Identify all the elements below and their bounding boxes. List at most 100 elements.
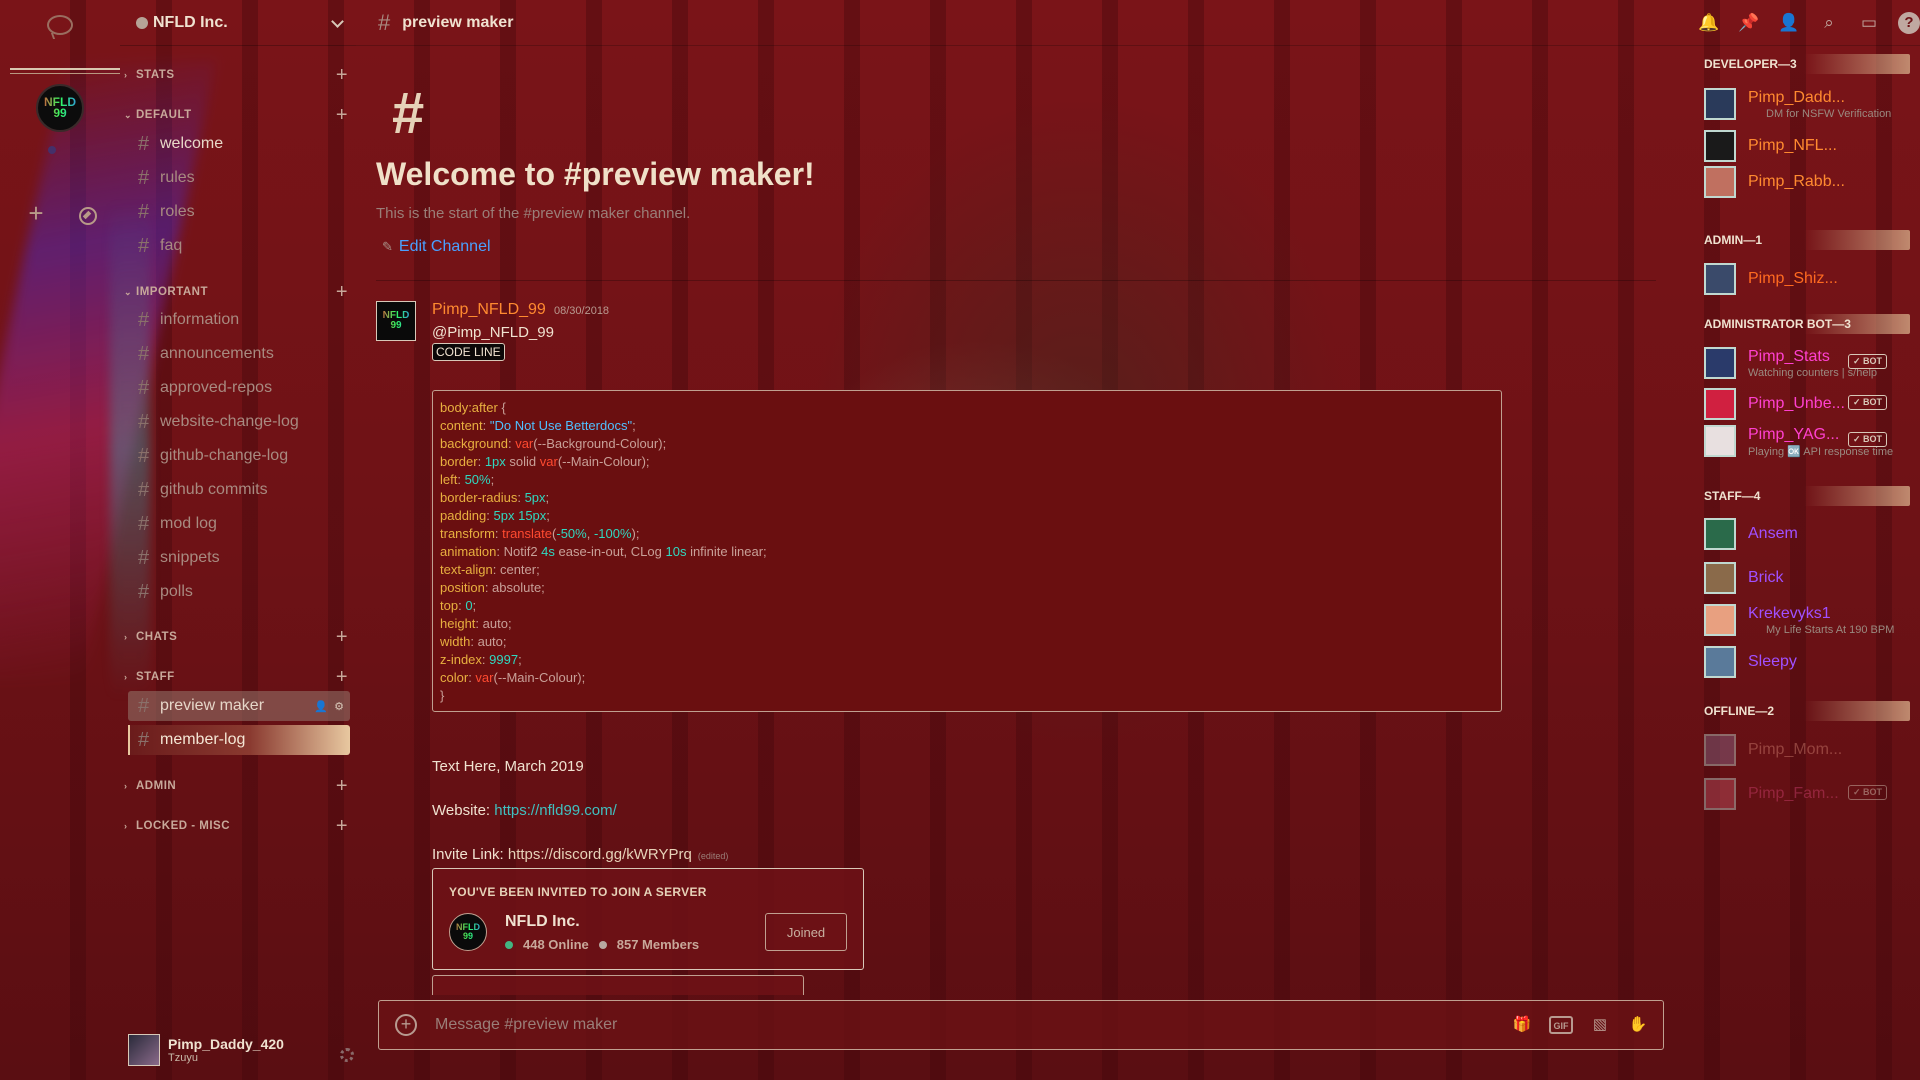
category-chats[interactable]: › CHATS +	[124, 626, 350, 649]
member-name: Pimp_Rabb...	[1748, 173, 1845, 190]
category-label: IMPORTANT	[136, 286, 209, 298]
channel-label: mod log	[160, 515, 217, 532]
member-name: Pimp_NFL...	[1748, 137, 1837, 154]
member-item[interactable]: Pimp_Stats Watching counters | s/help ✓ BO…	[1698, 343, 1910, 383]
search-icon[interactable]: ⌕	[1818, 12, 1840, 34]
add-channel-icon[interactable]: +	[336, 104, 348, 127]
help-icon[interactable]: ?	[1898, 12, 1920, 34]
avatar	[1704, 778, 1736, 810]
gear-icon[interactable]	[340, 1048, 354, 1062]
category-staff[interactable]: › STAFF +	[124, 666, 350, 689]
channel-snippets[interactable]: # snippets	[128, 543, 350, 573]
caret-right-icon: ›	[124, 781, 128, 791]
chevron-down-icon[interactable]	[331, 15, 344, 28]
caret-right-icon: ›	[124, 70, 128, 80]
member-item[interactable]: Pimp_Mom...	[1698, 730, 1910, 770]
channel-github-commits[interactable]: # github commits	[128, 475, 350, 505]
bell-icon[interactable]: 🔔	[1698, 12, 1720, 34]
gif-icon[interactable]: GIF	[1549, 1016, 1573, 1034]
server-icon-nfld[interactable]: NFLD 99	[36, 84, 84, 132]
joined-button[interactable]: Joined	[765, 913, 847, 951]
channel-faq[interactable]: # faq	[128, 231, 350, 261]
welcome-hash-icon: #	[392, 81, 425, 146]
member-item[interactable]: Pimp_Fam... ✓ BOT	[1698, 774, 1910, 814]
member-item[interactable]: Sleepy	[1698, 642, 1910, 682]
code-token: :	[457, 472, 465, 487]
code-token: );	[631, 526, 640, 541]
channel-roles[interactable]: # roles	[128, 197, 350, 227]
member-item[interactable]: Ansem	[1698, 514, 1910, 554]
add-channel-icon[interactable]: +	[336, 281, 348, 304]
category-stats[interactable]: › STATS +	[124, 64, 350, 87]
code-token: background	[440, 436, 508, 451]
explore-icon[interactable]	[79, 207, 97, 225]
code-token: ;	[518, 652, 522, 667]
member-item[interactable]: Pimp_Rabb...	[1698, 162, 1910, 202]
add-channel-icon[interactable]: +	[336, 64, 348, 87]
channel-rules[interactable]: # rules	[128, 163, 350, 193]
gear-icon[interactable]: ⚙	[334, 700, 344, 713]
code-token: var	[475, 670, 494, 685]
member-item[interactable]: Pimp_Shiz...	[1698, 259, 1910, 299]
gift-icon[interactable]: 🎁	[1511, 1014, 1533, 1036]
invite-server-icon: NFLD 99	[449, 913, 487, 951]
message-avatar[interactable]: NFLD 99	[376, 301, 416, 341]
channel-information[interactable]: # information	[128, 305, 350, 335]
member-name: Sleepy	[1748, 653, 1797, 670]
category-label: DEFAULT	[136, 109, 192, 121]
channel-mod-log[interactable]: # mod log	[128, 509, 350, 539]
hash-icon: #	[138, 546, 150, 569]
channel-preview-maker[interactable]: # preview maker 👤 ⚙	[128, 691, 350, 721]
channel-announcements[interactable]: # announcements	[128, 339, 350, 369]
divider	[376, 280, 1656, 281]
add-channel-icon[interactable]: +	[336, 626, 348, 649]
add-server-icon[interactable]: +	[26, 200, 46, 226]
invite-icon[interactable]: 👤	[314, 700, 328, 713]
member-item[interactable]: Krekevyks1 My Life Starts At 190 BPM	[1698, 600, 1910, 640]
user-mention[interactable]: @Pimp_NFLD_99	[432, 324, 554, 341]
message-author[interactable]: Pimp_NFLD_99	[432, 301, 546, 319]
code-token: 5px	[524, 490, 546, 505]
avatar[interactable]	[128, 1034, 160, 1066]
code-line: color: var(--Main-Colour);	[440, 669, 1494, 687]
server-header[interactable]: NFLD Inc.	[120, 0, 356, 46]
next-embed-partial	[432, 975, 804, 995]
message-composer[interactable]: + Message #preview maker 🎁 GIF ▧ ✋	[378, 1000, 1664, 1050]
member-item[interactable]: Pimp_Dadd... DM for NSFW Verification	[1698, 84, 1910, 124]
category-default[interactable]: ⌄ DEFAULT +	[124, 104, 350, 127]
inbox-icon[interactable]: ▭	[1858, 12, 1880, 34]
caret-down-icon: ⌄	[124, 109, 133, 120]
code-token: padding	[440, 508, 487, 523]
add-channel-icon[interactable]: +	[336, 666, 348, 689]
channel-approved-repos[interactable]: # approved-repos	[128, 373, 350, 403]
category-locked-misc[interactable]: › LOCKED - MISC +	[124, 815, 350, 838]
member-count: 857 Members	[616, 937, 700, 952]
channel-welcome[interactable]: # welcome	[128, 129, 350, 159]
bot-badge: ✓ BOT	[1848, 395, 1888, 410]
chat-bubble-icon[interactable]	[47, 15, 73, 35]
channel-website-change-log[interactable]: # website-change-log	[128, 407, 350, 437]
members-icon[interactable]: 👤	[1778, 12, 1800, 34]
add-channel-icon[interactable]: +	[336, 815, 348, 838]
category-important[interactable]: ⌄ IMPORTANT +	[124, 281, 350, 304]
website-link[interactable]: https://nfld99.com/	[494, 802, 617, 819]
sticker-icon[interactable]: ▧	[1589, 1014, 1611, 1036]
hash-icon: #	[138, 694, 150, 717]
member-item[interactable]: Pimp_NFL...	[1698, 126, 1910, 166]
channel-member-log[interactable]: # member-log	[128, 725, 350, 755]
message-input[interactable]: Message #preview maker	[435, 1016, 617, 1034]
add-attachment-icon[interactable]: +	[395, 1014, 417, 1036]
channel-polls[interactable]: # polls	[128, 577, 350, 607]
pin-icon[interactable]: 📌	[1738, 12, 1760, 34]
channel-github-change-log[interactable]: # github-change-log	[128, 441, 350, 471]
member-item[interactable]: Pimp_YAG... Playing 🆗 API response time ✓ …	[1698, 421, 1910, 461]
member-item[interactable]: Pimp_Unbe... ✓ BOT	[1698, 384, 1910, 424]
add-channel-icon[interactable]: +	[336, 775, 348, 798]
hash-icon: #	[138, 580, 150, 603]
code-line: border-radius: 5px;	[440, 489, 1494, 507]
edit-channel-link[interactable]: ✎ Edit Channel	[382, 238, 491, 256]
invite-link[interactable]: https://discord.gg/kWRYPrq	[508, 846, 692, 863]
category-admin[interactable]: › ADMIN +	[124, 775, 350, 798]
member-item[interactable]: Brick	[1698, 558, 1910, 598]
emoji-icon[interactable]: ✋	[1627, 1014, 1649, 1036]
